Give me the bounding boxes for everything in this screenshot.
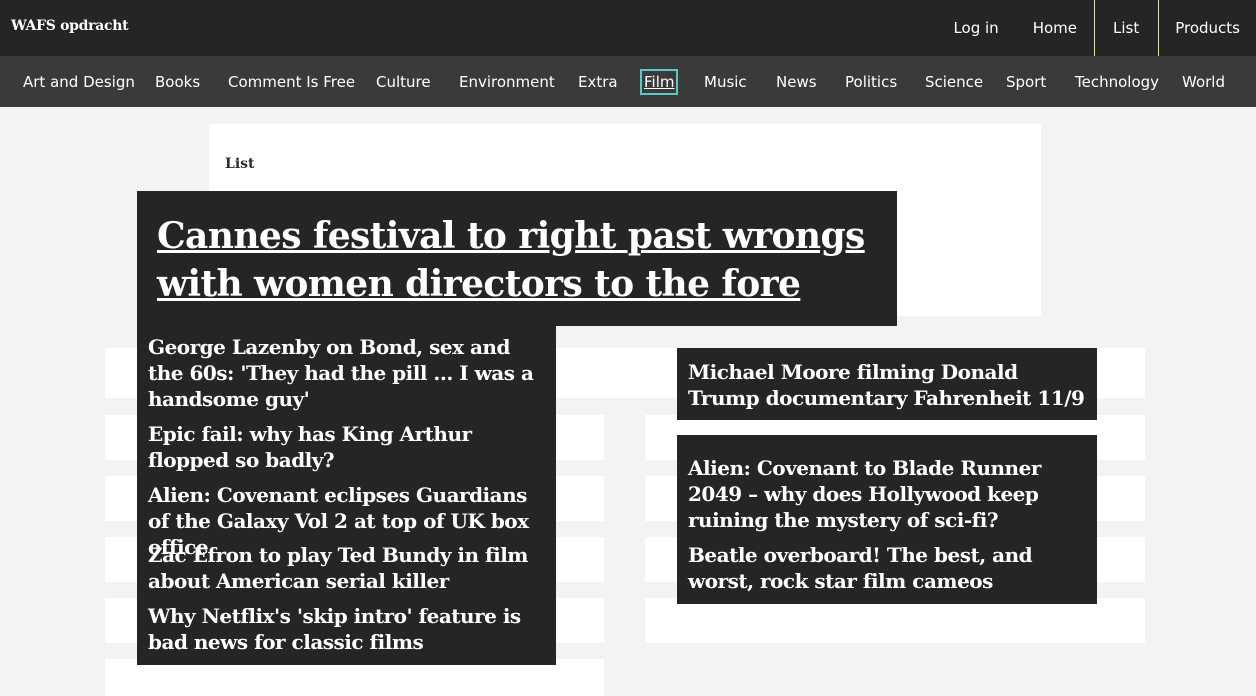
site-brand[interactable]: WAFS opdracht: [11, 18, 129, 34]
category-culture[interactable]: Culture: [376, 72, 431, 92]
nav-list-link[interactable]: List: [1095, 0, 1160, 56]
featured-headline[interactable]: Cannes festival to right past wrongs wit…: [157, 212, 877, 308]
top-bar: WAFS opdracht Log in Home List Products: [0, 0, 1256, 56]
category-science[interactable]: Science: [925, 72, 983, 92]
article-link[interactable]: Michael Moore filming Donald Trump docum…: [688, 359, 1088, 411]
category-music[interactable]: Music: [704, 72, 747, 92]
article-link[interactable]: Beatle overboard! The best, and worst, r…: [688, 542, 1088, 594]
category-comment-is-free[interactable]: Comment Is Free: [228, 72, 355, 92]
category-books[interactable]: Books: [155, 72, 200, 92]
nav-login-link[interactable]: Log in: [937, 0, 1016, 56]
article-link[interactable]: George Lazenby on Bond, sex and the 60s:…: [148, 334, 548, 412]
category-world[interactable]: World: [1182, 72, 1225, 92]
article-link[interactable]: Zac Efron to play Ted Bundy in film abou…: [148, 542, 548, 594]
list-heading: List: [225, 156, 255, 172]
content-row: [645, 598, 1145, 643]
top-nav: Log in Home List Products: [937, 0, 1256, 56]
category-extra[interactable]: Extra: [578, 72, 618, 92]
category-politics[interactable]: Politics: [845, 72, 897, 92]
category-sport[interactable]: Sport: [1006, 72, 1046, 92]
category-environment[interactable]: Environment: [459, 72, 555, 92]
nav-products-link[interactable]: Products: [1159, 0, 1256, 56]
nav-home-link[interactable]: Home: [1017, 0, 1095, 56]
category-bar: Art and Design Books Comment Is Free Cul…: [0, 56, 1256, 107]
article-link[interactable]: Epic fail: why has King Arthur flopped s…: [148, 421, 548, 473]
category-news[interactable]: News: [776, 72, 817, 92]
category-technology[interactable]: Technology: [1075, 72, 1159, 92]
article-link[interactable]: Alien: Covenant to Blade Runner 2049 – w…: [688, 455, 1088, 533]
category-art-and-design[interactable]: Art and Design: [23, 72, 135, 92]
article-link[interactable]: Why Netflix's 'skip intro' feature is ba…: [148, 603, 548, 655]
category-film[interactable]: Film: [639, 69, 679, 95]
